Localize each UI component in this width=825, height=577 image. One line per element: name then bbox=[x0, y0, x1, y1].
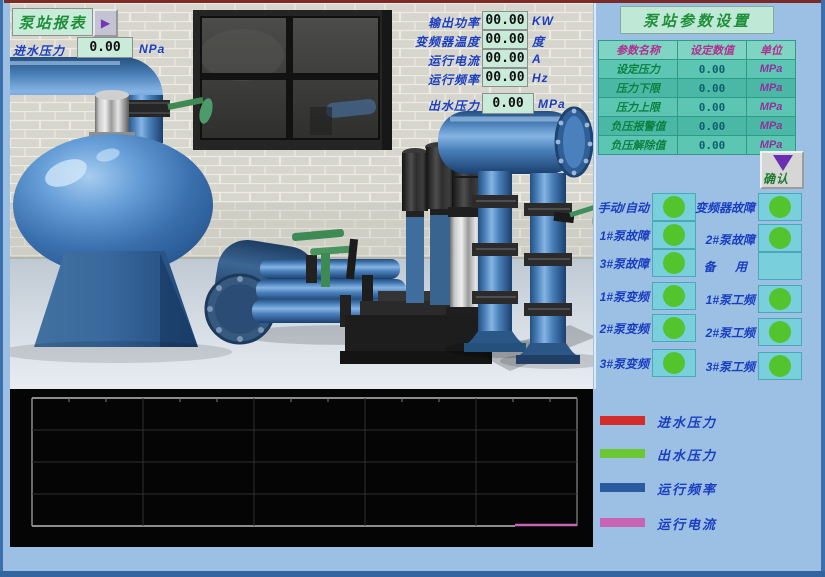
set-pressure-input[interactable]: 0.00 bbox=[678, 60, 747, 79]
table-row: 负压报警值 0.00 MPa bbox=[599, 117, 796, 136]
indicator-label-inverter-fault: 变频器故障 bbox=[695, 199, 755, 216]
pump-station-hmi: 泵站报表 ▶ 进水压力 0.00 NPa 输出功率 00.00 KW 变频器温度… bbox=[0, 0, 825, 577]
indicator-label-manual-auto: 手动/自动 bbox=[598, 199, 649, 216]
indicator-label-spare: 备 用 bbox=[704, 258, 755, 275]
outlet-pressure-unit: MPa bbox=[538, 97, 566, 111]
run-frequency-value: 00.00 bbox=[482, 68, 528, 87]
indicator-lamp-pump3-vfd bbox=[652, 349, 696, 377]
inlet-pressure-unit: NPa bbox=[139, 42, 165, 56]
indicator-lamp-pump1-vfd bbox=[652, 282, 696, 310]
indicator-label-pump3-mains: 3#泵工频 bbox=[706, 358, 755, 375]
right-border bbox=[821, 0, 825, 577]
indicator-lamp-pump2-fault bbox=[758, 224, 802, 252]
legend-swatch-inlet-pressure bbox=[600, 416, 645, 425]
table-row: 压力下限 0.00 MPa bbox=[599, 79, 796, 98]
window bbox=[193, 10, 392, 150]
indicator-label-pump2-fault: 2#泵故障 bbox=[706, 231, 755, 248]
output-power-unit: KW bbox=[532, 14, 554, 28]
outlet-pressure-value: 0.00 bbox=[482, 93, 534, 114]
legend-label-outlet-pressure: 出水压力 bbox=[657, 445, 717, 464]
pressure-low-input[interactable]: 0.00 bbox=[678, 79, 747, 98]
run-current-label: 运行电流 bbox=[380, 52, 480, 69]
settings-panel-title: 泵站参数设置 bbox=[620, 6, 774, 34]
indicator-label-pump1-vfd: 1#泵变频 bbox=[600, 288, 649, 305]
outlet-pressure-label: 出水压力 bbox=[380, 97, 480, 114]
table-row: 压力上限 0.00 MPa bbox=[599, 98, 796, 117]
report-button[interactable]: 泵站报表 bbox=[12, 8, 93, 36]
neg-pressure-alarm-input[interactable]: 0.00 bbox=[678, 117, 747, 136]
legend-label-run-frequency: 运行频率 bbox=[657, 479, 717, 498]
inlet-pressure-value: 0.00 bbox=[77, 37, 133, 58]
indicator-lamp-pump2-mains bbox=[758, 318, 802, 346]
indicator-label-pump3-vfd: 3#泵变频 bbox=[600, 355, 649, 372]
col-header-unit: 单位 bbox=[747, 41, 796, 60]
confirm-button[interactable]: 确认 bbox=[760, 151, 804, 189]
col-header-value: 设定数值 bbox=[678, 41, 747, 60]
legend-swatch-run-current bbox=[600, 518, 645, 527]
legend-swatch-run-frequency bbox=[600, 483, 645, 492]
pressure-high-input[interactable]: 0.00 bbox=[678, 98, 747, 117]
indicator-lamp-pump1-fault bbox=[652, 221, 696, 249]
indicator-lamp-manual-auto bbox=[652, 193, 696, 221]
neg-pressure-release-input[interactable]: 0.00 bbox=[678, 136, 747, 155]
report-play-icon[interactable]: ▶ bbox=[93, 9, 118, 37]
legend-swatch-outlet-pressure bbox=[600, 449, 645, 458]
trend-chart-grid bbox=[10, 389, 593, 547]
run-current-unit: A bbox=[532, 52, 542, 66]
top-border-line bbox=[4, 0, 821, 3]
output-power-value: 00.00 bbox=[482, 11, 528, 30]
indicator-label-pump1-mains: 1#泵工频 bbox=[706, 291, 755, 308]
indicator-label-pump2-vfd: 2#泵变频 bbox=[600, 320, 649, 337]
col-header-name: 参数名称 bbox=[599, 41, 678, 60]
inverter-temp-label: 变频器温度 bbox=[380, 33, 480, 50]
inverter-temp-unit: 度 bbox=[532, 33, 545, 50]
indicator-lamp-pump3-fault bbox=[652, 249, 696, 277]
legend-label-run-current: 运行电流 bbox=[657, 514, 717, 533]
bottom-border bbox=[0, 571, 825, 577]
indicator-lamp-inverter-fault bbox=[758, 193, 802, 221]
indicator-label-pump1-fault: 1#泵故障 bbox=[600, 227, 649, 244]
inverter-temp-value: 00.00 bbox=[482, 30, 528, 49]
output-power-label: 输出功率 bbox=[380, 14, 480, 31]
run-frequency-unit: Hz bbox=[532, 71, 549, 85]
inlet-pressure-label: 进水压力 bbox=[13, 42, 65, 59]
indicator-lamp-pump1-mains bbox=[758, 285, 802, 313]
indicator-label-pump3-fault: 3#泵故障 bbox=[600, 255, 649, 272]
indicator-lamp-pump2-vfd bbox=[652, 314, 696, 342]
run-current-value: 00.00 bbox=[482, 49, 528, 68]
parameter-table: 参数名称 设定数值 单位 设定压力 0.00 MPa 压力下限 0.00 MPa… bbox=[598, 40, 796, 155]
indicator-lamp-spare bbox=[758, 252, 802, 280]
trend-chart bbox=[10, 389, 593, 547]
run-frequency-label: 运行频率 bbox=[380, 71, 480, 88]
legend-label-inlet-pressure: 进水压力 bbox=[657, 412, 717, 431]
left-border bbox=[0, 0, 3, 577]
panel-divider bbox=[594, 3, 596, 389]
confirm-down-arrow-icon bbox=[773, 155, 793, 171]
indicator-label-pump2-mains: 2#泵工频 bbox=[706, 324, 755, 341]
indicator-lamp-pump3-mains bbox=[758, 352, 802, 380]
table-row: 设定压力 0.00 MPa bbox=[599, 60, 796, 79]
